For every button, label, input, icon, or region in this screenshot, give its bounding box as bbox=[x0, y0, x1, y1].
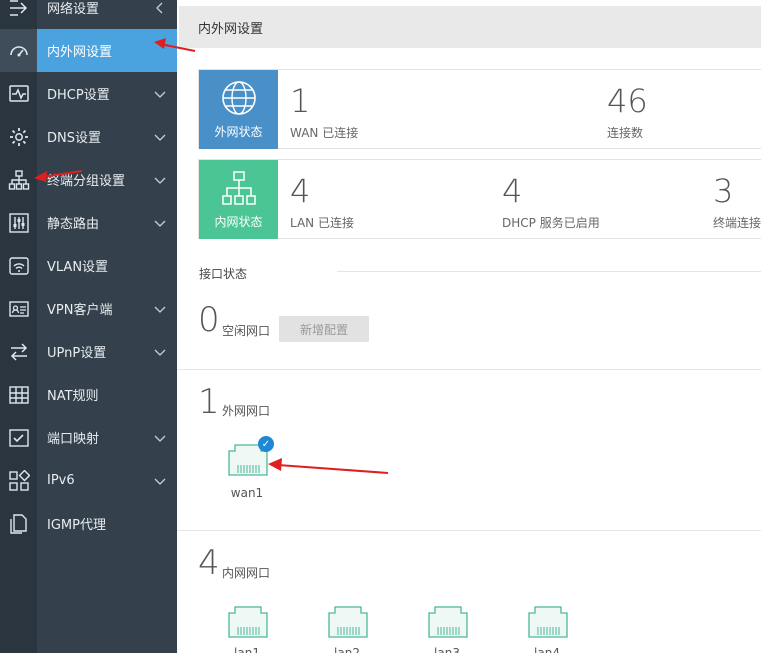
apps-grid-icon[interactable] bbox=[0, 459, 37, 502]
menu-item-label: IPv6 bbox=[47, 473, 75, 488]
interface-status-title: 接口状态 bbox=[199, 267, 248, 281]
menu-item-label: UPnP设置 bbox=[47, 346, 107, 361]
port-name: lan2 bbox=[334, 646, 360, 653]
main-content: 内外网设置 外网状态 1 WAN 已连接 46 连接数 内网状态 4 LAN 已… bbox=[177, 0, 761, 653]
menu-item-nat-rules[interactable]: NAT规则 bbox=[37, 373, 177, 416]
tile-label: 内网状态 bbox=[214, 215, 263, 229]
arrow-right-icon[interactable] bbox=[0, 0, 37, 29]
lan2-port-icon[interactable] bbox=[327, 603, 369, 639]
menu-item-network-settings[interactable]: 网络设置 bbox=[37, 0, 177, 29]
sliders-icon[interactable] bbox=[0, 201, 37, 244]
lan-port-label: 内网网口 bbox=[222, 566, 271, 580]
stat-label: WAN 已连接 bbox=[290, 126, 359, 140]
port-name: wan1 bbox=[230, 486, 264, 500]
tile-label: 外网状态 bbox=[214, 125, 263, 139]
divider bbox=[177, 530, 761, 531]
menu-item-label: NAT规则 bbox=[47, 389, 99, 404]
menu-item-label: 静态路由 bbox=[47, 217, 100, 232]
stat-number: 3 bbox=[713, 172, 734, 210]
sidebar-menu: 网络设置 内外网设置 DHCP设置 DNS设置 终端分组设置 静态路由 VLAN… bbox=[37, 0, 177, 653]
id-card-icon[interactable] bbox=[0, 287, 37, 330]
port-name: lan3 bbox=[434, 646, 460, 653]
menu-item-vlan[interactable]: VLAN设置 bbox=[37, 244, 177, 287]
lan-port-count: 4 bbox=[198, 543, 220, 583]
transfer-arrows-icon[interactable] bbox=[0, 330, 37, 373]
lan-status-card: 内网状态 4 LAN 已连接 4 DHCP 服务已启用 3 终端连接 bbox=[198, 159, 761, 239]
chevron-down-icon bbox=[153, 87, 167, 101]
chevron-down-icon bbox=[153, 345, 167, 359]
menu-item-ipv6[interactable]: IPv6 bbox=[37, 459, 177, 502]
menu-item-label: IGMP代理 bbox=[47, 518, 106, 533]
page-title: 内外网设置 bbox=[179, 6, 761, 48]
lan-connected-stat: 4 LAN 已连接 bbox=[290, 170, 354, 231]
network-tree-icon[interactable] bbox=[0, 158, 37, 201]
menu-item-vpn-client[interactable]: VPN客户端 bbox=[37, 287, 177, 330]
menu-item-port-mapping[interactable]: 端口映射 bbox=[37, 416, 177, 459]
menu-item-dhcp[interactable]: DHCP设置 bbox=[37, 72, 177, 115]
lan1-port-icon[interactable] bbox=[227, 603, 269, 639]
wan-connected-stat: 1 WAN 已连接 bbox=[290, 80, 358, 141]
stat-label: DHCP 服务已启用 bbox=[502, 216, 600, 230]
lan4-port-icon[interactable] bbox=[527, 603, 569, 639]
connection-count-stat: 46 连接数 bbox=[607, 80, 648, 141]
stat-number: 1 bbox=[290, 82, 311, 120]
grid-table-icon[interactable] bbox=[0, 373, 37, 416]
idle-port-count: 0 bbox=[198, 300, 220, 340]
chevron-down-icon bbox=[153, 302, 167, 316]
menu-item-label: DNS设置 bbox=[47, 131, 101, 146]
menu-item-igmp-proxy[interactable]: IGMP代理 bbox=[37, 502, 177, 545]
stat-label: 终端连接 bbox=[713, 216, 761, 230]
menu-item-label: 内外网设置 bbox=[47, 45, 113, 60]
menu-item-wan-lan-settings[interactable]: 内外网设置 bbox=[37, 29, 177, 72]
menu-item-label: DHCP设置 bbox=[47, 88, 110, 103]
port-name: lan4 bbox=[534, 646, 560, 653]
dhcp-enabled-stat: 4 DHCP 服务已启用 bbox=[502, 170, 600, 231]
wan-port-label: 外网网口 bbox=[222, 404, 271, 418]
menu-item-label: VPN客户端 bbox=[47, 303, 113, 318]
menu-item-label: 终端分组设置 bbox=[47, 174, 126, 189]
stat-number: 4 bbox=[290, 172, 311, 210]
stat-number: 4 bbox=[502, 172, 523, 210]
chevron-down-icon bbox=[153, 474, 167, 488]
terminal-connected-stat: 3 终端连接 bbox=[713, 170, 761, 231]
wifi-router-icon[interactable] bbox=[0, 244, 37, 287]
menu-item-dns[interactable]: DNS设置 bbox=[37, 115, 177, 158]
menu-item-label: 网络设置 bbox=[47, 2, 100, 17]
stat-label: 连接数 bbox=[607, 126, 644, 140]
add-config-button[interactable]: 新增配置 bbox=[279, 316, 369, 342]
menu-item-upnp[interactable]: UPnP设置 bbox=[37, 330, 177, 373]
lan3-port-icon[interactable] bbox=[427, 603, 469, 639]
wan-port-count: 1 bbox=[198, 382, 220, 422]
lan-status-tile[interactable]: 内网状态 bbox=[199, 160, 278, 239]
section-divider bbox=[337, 271, 761, 272]
globe-icon bbox=[221, 81, 256, 115]
pulse-monitor-icon[interactable] bbox=[0, 72, 37, 115]
chevron-down-icon bbox=[153, 431, 167, 445]
icon-rail bbox=[0, 0, 37, 653]
check-badge-icon: ✓ bbox=[258, 436, 274, 452]
wan-status-tile[interactable]: 外网状态 bbox=[199, 70, 278, 149]
menu-item-static-route[interactable]: 静态路由 bbox=[37, 201, 177, 244]
menu-item-label: 端口映射 bbox=[47, 432, 100, 447]
menu-item-label: VLAN设置 bbox=[47, 260, 109, 275]
stat-number: 46 bbox=[607, 82, 648, 120]
chevron-down-icon bbox=[153, 130, 167, 144]
divider bbox=[177, 369, 761, 370]
idle-port-label: 空闲网口 bbox=[222, 324, 271, 338]
chevron-down-icon bbox=[153, 216, 167, 230]
gear-icon[interactable] bbox=[0, 115, 37, 158]
document-copy-icon[interactable] bbox=[0, 502, 37, 545]
wan-status-card: 外网状态 1 WAN 已连接 46 连接数 bbox=[198, 69, 761, 149]
checklist-icon[interactable] bbox=[0, 416, 37, 459]
menu-item-terminal-group[interactable]: 终端分组设置 bbox=[37, 158, 177, 201]
port-name: lan1 bbox=[234, 646, 260, 653]
stat-label: LAN 已连接 bbox=[290, 216, 354, 230]
network-tree-icon bbox=[221, 171, 256, 205]
chevron-left-icon bbox=[153, 1, 167, 15]
chevron-down-icon bbox=[153, 173, 167, 187]
speedometer-icon[interactable] bbox=[0, 29, 37, 72]
